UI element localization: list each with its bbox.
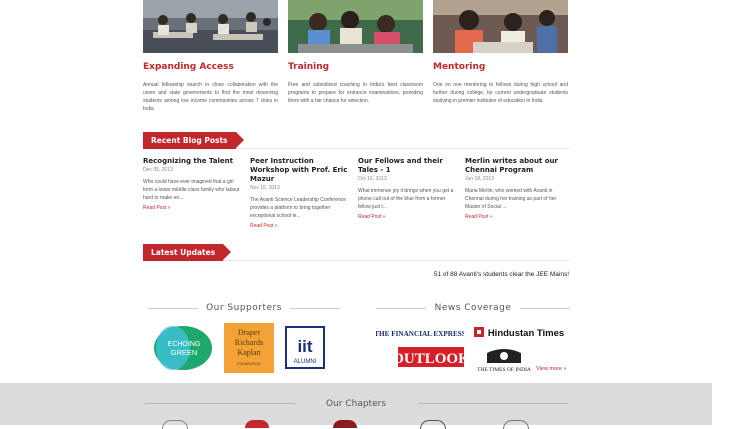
post-title[interactable]: Peer Instruction Workshop with Prof. Eri… xyxy=(250,157,349,184)
chapter-logo[interactable] xyxy=(245,420,269,428)
read-post-link[interactable]: Read Post » xyxy=(250,223,349,229)
read-post-link[interactable]: Read Post » xyxy=(143,205,242,211)
supporters-heading: Our Supporters xyxy=(206,303,282,313)
iit-alumni-logo[interactable]: iit ALUMNI xyxy=(285,326,325,374)
blog-section-header: Recent Blog Posts xyxy=(143,132,569,149)
hindustan-times-logo[interactable]: Hindustan Times xyxy=(474,326,568,344)
post-date: Nov 16, 2013 xyxy=(250,185,280,191)
post-date: Dec 05, 2013 xyxy=(143,167,173,173)
logo-text-line1: ECHOING xyxy=(168,341,201,348)
feature-title: Expanding Access xyxy=(143,62,234,72)
chapters-heading: Our Chapters xyxy=(325,399,387,409)
section-tag: Recent Blog Posts xyxy=(143,132,243,149)
post-title[interactable]: Recognizing the Talent xyxy=(143,157,242,166)
divider xyxy=(376,308,426,309)
view-more-link[interactable]: View more » xyxy=(536,366,566,372)
post-title[interactable]: Our Fellows and their Tales - 1 xyxy=(358,157,457,175)
post-title[interactable]: Merlin writes about our Chennai Program xyxy=(465,157,564,175)
blog-post: Peer Instruction Workshop with Prof. Eri… xyxy=(250,157,349,229)
divider xyxy=(148,308,198,309)
classroom-photo xyxy=(143,0,278,53)
blog-post: Recognizing the Talent Dec 05, 2013 Who … xyxy=(143,157,242,211)
times-of-india-logo[interactable]: THE TIMES OF INDIA xyxy=(473,343,535,378)
post-date: Jun 18, 2013 xyxy=(465,176,494,182)
echoing-green-logo[interactable]: ECHOING GREEN xyxy=(153,325,213,376)
divider xyxy=(290,308,340,309)
blog-post: Our Fellows and their Tales - 1 Oct 16, … xyxy=(358,157,457,220)
divider xyxy=(520,308,570,309)
financial-express-logo[interactable]: THE FINANCIAL EXPRESS xyxy=(374,326,466,344)
logo-text-line1: iit xyxy=(297,337,312,356)
logo-text-line2: GREEN xyxy=(171,348,198,357)
draper-richards-kaplan-logo[interactable]: Draper Richards Kaplan FOUNDATION xyxy=(224,323,274,378)
feature-text: Free and subsidized coaching in India's … xyxy=(288,82,423,104)
logo-text-line1: Draper xyxy=(238,328,261,337)
read-post-link[interactable]: Read Post » xyxy=(358,214,457,220)
updates-section-header: Latest Updates xyxy=(143,244,569,261)
news-heading: News Coverage xyxy=(434,303,512,313)
read-post-link[interactable]: Read Post » xyxy=(465,214,564,220)
logo-text: Hindustan Times xyxy=(488,328,564,339)
feature-text: Annual fellowship search in close collab… xyxy=(143,82,278,112)
logo-text-line4: FOUNDATION xyxy=(238,362,261,366)
mentoring-photo xyxy=(433,0,568,53)
update-text[interactable]: 51 of 88 Avanti's students clear the JEE… xyxy=(434,271,569,278)
feature-title: Mentoring xyxy=(433,62,486,72)
divider xyxy=(418,403,568,404)
logo-text-line2: Richards xyxy=(235,338,263,347)
supporters-heading-wrap: Our Supporters xyxy=(148,303,340,313)
logo-text: OUTLOOK xyxy=(398,351,464,367)
post-excerpt: Maria Merlin, who worked with Avanti in … xyxy=(465,188,557,210)
post-excerpt: What immense joy it brings when you get … xyxy=(358,188,454,210)
chapter-logo[interactable] xyxy=(333,420,357,428)
feature-title: Training xyxy=(288,62,330,72)
logo-text: THE FINANCIAL EXPRESS xyxy=(376,330,464,338)
students-photo xyxy=(288,0,423,53)
feature-text: One on one mentoring to fellows during h… xyxy=(433,82,568,104)
post-excerpt: Who could have ever imagined that a girl… xyxy=(143,179,240,201)
logo-text-line2: ALUMNI xyxy=(294,359,317,365)
blog-post: Merlin writes about our Chennai Program … xyxy=(465,157,564,220)
news-heading-wrap: News Coverage xyxy=(376,303,570,313)
feature-expanding-access: Expanding Access Annual fellowship searc… xyxy=(143,0,278,112)
outlook-logo[interactable]: OUTLOOK xyxy=(392,347,470,372)
logo-text: THE TIMES OF INDIA xyxy=(477,367,531,373)
logo-text-line3: Kaplan xyxy=(237,348,260,357)
feature-training: Training Free and subsidized coaching in… xyxy=(288,0,423,104)
feature-mentoring: Mentoring One on one mentoring to fellow… xyxy=(433,0,568,104)
post-excerpt: The Avanti Science Leadership Conference… xyxy=(250,197,347,219)
chapters-band: Our Chapters xyxy=(0,383,712,425)
section-tag: Latest Updates xyxy=(143,244,232,261)
post-date: Oct 16, 2013 xyxy=(358,176,387,182)
